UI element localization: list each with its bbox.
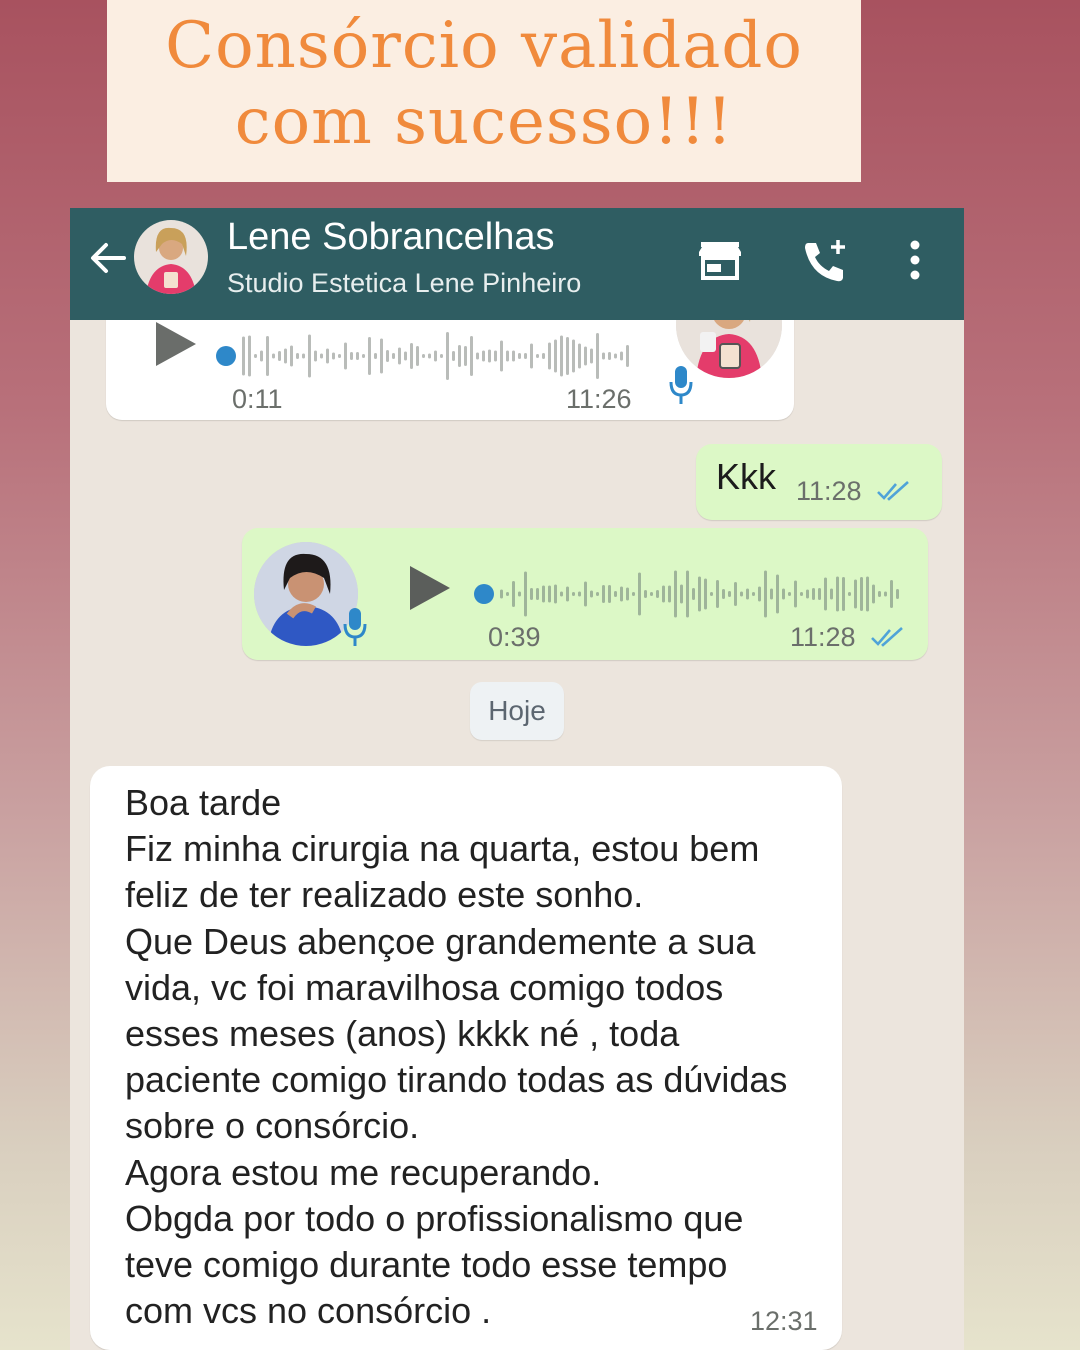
message-time: 11:28 xyxy=(796,476,862,506)
incoming-text-message[interactable]: Boa tarde Fiz minha cirurgia na quarta, … xyxy=(90,766,842,1350)
message-time: 11:28 xyxy=(790,622,856,652)
add-call-icon[interactable] xyxy=(802,238,848,284)
back-arrow-icon[interactable] xyxy=(88,238,128,278)
chat-screen: 0:11 11:26 Kkk 11:28 0:39 11:28 Hoje Boa… xyxy=(70,208,964,1350)
waveform-icon[interactable] xyxy=(474,566,906,622)
contact-name[interactable]: Lene Sobrancelhas xyxy=(227,216,554,259)
message-time: 12:31 xyxy=(750,1306,818,1336)
play-icon[interactable] xyxy=(154,320,198,368)
read-receipt-icon xyxy=(871,627,903,647)
outgoing-voice-message[interactable]: 0:39 11:28 xyxy=(242,528,928,660)
date-divider: Hoje xyxy=(470,682,564,740)
message-text: Boa tarde Fiz minha cirurgia na quarta, … xyxy=(125,782,788,1332)
read-receipt-icon xyxy=(877,481,909,501)
banner-title: Consórcio validado com sucesso!!! xyxy=(165,9,803,159)
voice-duration: 0:11 xyxy=(232,384,283,414)
message-time: 11:26 xyxy=(566,384,632,414)
mic-icon xyxy=(343,608,367,646)
chat-header: Lene Sobrancelhas Studio Estetica Lene P… xyxy=(70,208,964,320)
storefront-icon[interactable] xyxy=(698,238,742,282)
title-banner: Consórcio validado com sucesso!!! xyxy=(107,0,861,182)
contact-avatar[interactable] xyxy=(134,220,208,294)
more-vertical-icon[interactable] xyxy=(908,240,922,280)
voice-duration: 0:39 xyxy=(488,622,541,652)
mic-icon xyxy=(669,366,693,404)
message-text: Kkk xyxy=(716,456,777,497)
play-icon[interactable] xyxy=(408,564,452,612)
contact-subtitle: Studio Estetica Lene Pinheiro xyxy=(227,268,582,298)
waveform-icon[interactable] xyxy=(216,328,636,384)
outgoing-text-message[interactable]: Kkk 11:28 xyxy=(696,444,942,520)
